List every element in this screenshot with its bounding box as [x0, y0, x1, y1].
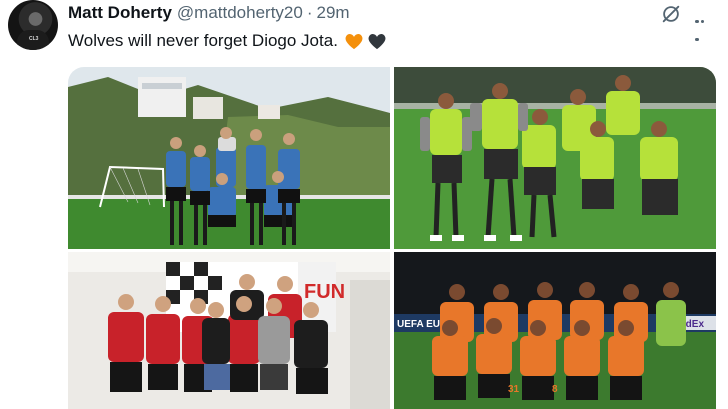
- more-dots-icon[interactable]: [695, 10, 711, 41]
- photo-training-bibs[interactable]: [394, 67, 716, 249]
- photo-image: FUN: [68, 252, 390, 409]
- tweet-text: Wolves will never forget Diogo Jota.: [68, 30, 387, 52]
- author-handle[interactable]: @mattdoherty20: [177, 3, 303, 23]
- tweet-timestamp[interactable]: 29m: [317, 3, 350, 23]
- separator-dot: ·: [306, 3, 313, 22]
- photo-europa-team[interactable]: UEFA EUROPA FedEx FedEx: [394, 252, 716, 409]
- tweet-text-content: Wolves will never forget Diogo Jota.: [68, 31, 338, 50]
- shorts-number-8: 8: [552, 384, 558, 395]
- media-grid: FUN UEFA EUROPA FedEx 31 8: [68, 67, 716, 409]
- photo-image: UEFA EUROPA FedEx FedEx: [394, 252, 716, 409]
- author-name[interactable]: Matt Doherty: [68, 3, 172, 23]
- tweet-header: Matt Doherty @mattdoherty20 · 29m: [68, 2, 350, 24]
- slashed-circle-icon[interactable]: [660, 3, 682, 25]
- board-text: FUN: [304, 281, 345, 303]
- photo-image: [394, 67, 716, 249]
- black-heart-icon: [368, 34, 386, 50]
- orange-heart-icon: [345, 34, 363, 50]
- shorts-number-31: 31: [508, 384, 520, 395]
- avatar-shirt-text: CL3: [29, 36, 39, 42]
- photo-image: [68, 67, 390, 249]
- photo-training-beach[interactable]: [68, 67, 390, 249]
- avatar[interactable]: CL3: [8, 0, 58, 50]
- photo-red-shirts-group[interactable]: FUN: [68, 252, 390, 409]
